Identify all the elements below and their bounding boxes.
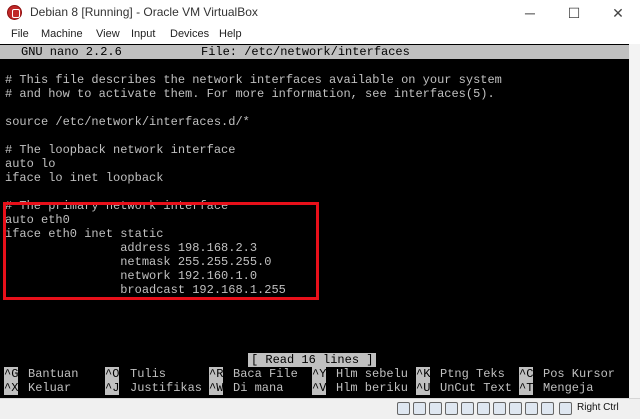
shortcut-key: ^J <box>105 381 120 395</box>
network-icon[interactable] <box>445 402 458 415</box>
mouse-integration-icon[interactable] <box>541 402 554 415</box>
shortcut-label: Mengeja <box>543 381 594 395</box>
menu-machine[interactable]: Machine <box>41 28 83 40</box>
nano-header-bar: GNU nano 2.2.6 File: /etc/network/interf… <box>0 45 629 59</box>
maximize-button[interactable]: ☐ <box>552 0 596 26</box>
close-button[interactable]: ✕ <box>596 0 640 26</box>
shortcut-label: Hlm beriku <box>336 381 409 395</box>
audio-icon[interactable] <box>429 402 442 415</box>
shortcut-key: ^T <box>519 381 534 395</box>
shortcut-key: ^V <box>312 381 327 395</box>
shared-folder-icon[interactable] <box>477 402 490 415</box>
shortcut-key: ^K <box>416 367 431 381</box>
shortcut-label: Justifikas <box>130 381 203 395</box>
menu-file[interactable]: File <box>11 28 29 40</box>
highlight-annotation-box <box>3 202 319 300</box>
cpu-icon[interactable] <box>525 402 538 415</box>
shortcut-key: ^G <box>4 367 19 381</box>
file-line: # The loopback network interface <box>5 143 236 157</box>
menu-bar: File Machine View Input Devices Help <box>0 26 640 45</box>
shortcut-label: Di mana <box>233 381 284 395</box>
nano-file-label: File: /etc/network/interfaces <box>201 45 410 59</box>
shortcut-label: Bantuan <box>28 367 79 381</box>
vm-status-bar: Right Ctrl <box>0 398 640 419</box>
optical-drive-icon[interactable] <box>413 402 426 415</box>
menu-view[interactable]: View <box>96 28 120 40</box>
menu-devices[interactable]: Devices <box>170 28 209 40</box>
shortcut-key: ^W <box>209 381 224 395</box>
menu-help[interactable]: Help <box>219 28 242 40</box>
shortcut-key: ^O <box>105 367 120 381</box>
shortcut-key: ^C <box>519 367 534 381</box>
minimize-button[interactable]: ─ <box>508 0 552 26</box>
hard-disk-icon[interactable] <box>397 402 410 415</box>
shortcut-label: Pos Kursor <box>543 367 616 381</box>
virtualbox-app-icon <box>7 5 22 20</box>
file-line: iface lo inet loopback <box>5 171 164 185</box>
shortcut-key: ^R <box>209 367 224 381</box>
keyboard-icon[interactable] <box>559 402 572 415</box>
file-line: # This file describes the network interf… <box>5 73 502 87</box>
menu-input[interactable]: Input <box>131 28 155 40</box>
window-right-strip <box>629 44 640 398</box>
file-line: # and how to activate them. For more inf… <box>5 87 495 101</box>
shortcut-label: Ptng Teks <box>440 367 505 381</box>
file-line: auto lo <box>5 157 56 171</box>
nano-version: GNU nano 2.2.6 <box>21 45 122 59</box>
vm-console-screen[interactable]: GNU nano 2.2.6 File: /etc/network/interf… <box>0 44 629 398</box>
nano-status-message: [ Read 16 lines ] <box>248 353 377 367</box>
video-capture-icon[interactable] <box>509 402 522 415</box>
shortcut-key: ^Y <box>312 367 327 381</box>
shortcut-label: Tulis <box>130 367 167 381</box>
display-icon[interactable] <box>493 402 506 415</box>
shortcut-label: Hlm sebelu <box>336 367 409 381</box>
host-key-label: Right Ctrl <box>577 402 619 413</box>
title-bar[interactable]: Debian 8 [Running] - Oracle VM VirtualBo… <box>0 0 640 26</box>
shortcut-key: ^X <box>4 381 19 395</box>
shortcut-key: ^U <box>416 381 431 395</box>
usb-icon[interactable] <box>461 402 474 415</box>
window-title: Debian 8 [Running] - Oracle VM VirtualBo… <box>30 5 258 19</box>
shortcut-label: UnCut Text <box>440 381 513 395</box>
file-line: source /etc/network/interfaces.d/* <box>5 115 250 129</box>
virtualbox-window: Debian 8 [Running] - Oracle VM VirtualBo… <box>0 0 640 419</box>
shortcut-label: Keluar <box>28 381 72 395</box>
shortcut-label: Baca File <box>233 367 298 381</box>
